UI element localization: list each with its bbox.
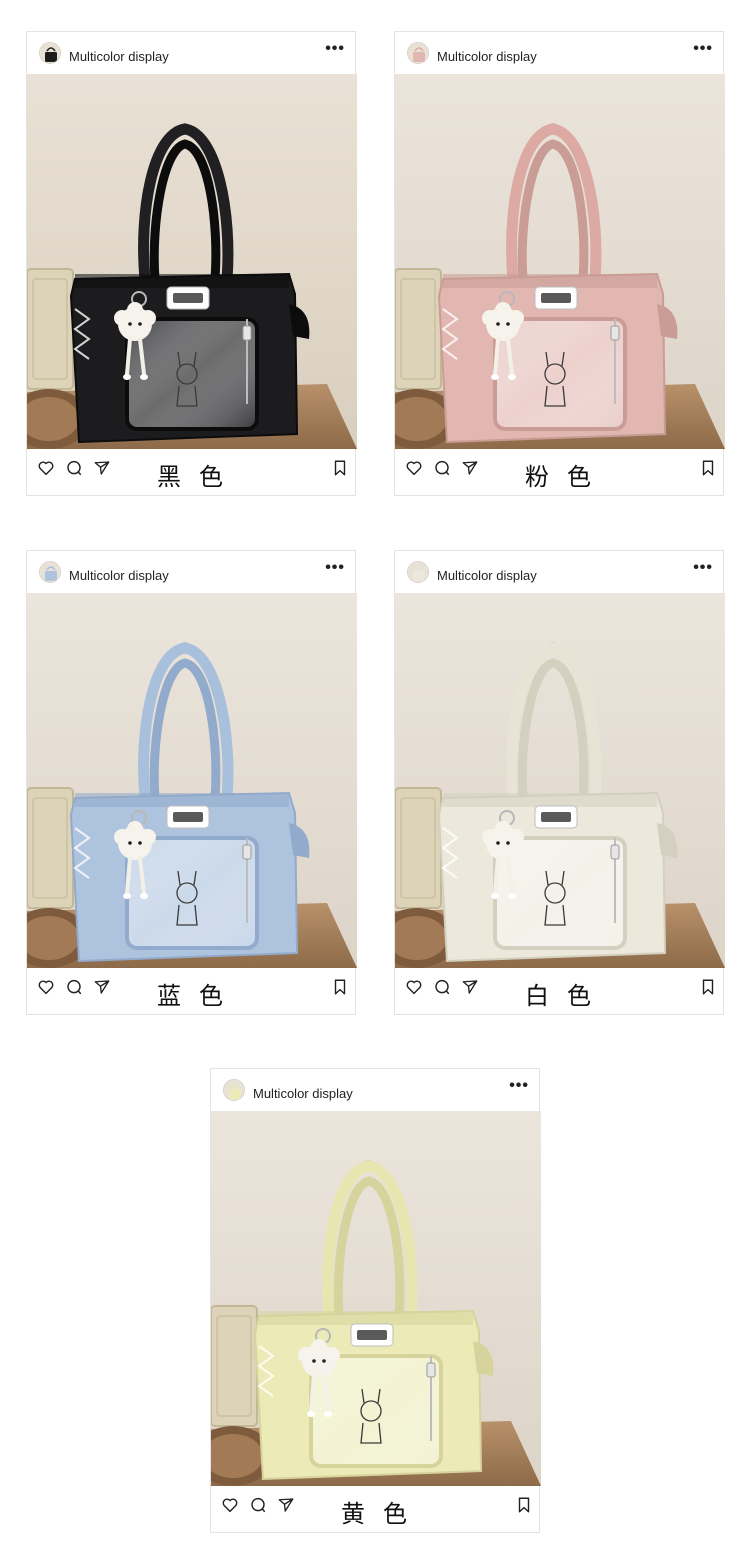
- avatar[interactable]: [39, 42, 61, 64]
- post-card-yellow: Multicolor display ••• 黄色: [210, 1068, 541, 1534]
- post-actions: 蓝色: [27, 968, 355, 1016]
- more-options-icon[interactable]: •••: [693, 560, 713, 576]
- more-options-icon[interactable]: •••: [509, 1078, 529, 1094]
- post-header: Multicolor display •••: [27, 32, 355, 74]
- bookmark-icon[interactable]: [331, 459, 349, 477]
- color-caption: 粉色: [525, 463, 609, 491]
- username[interactable]: Multicolor display: [437, 568, 537, 583]
- share-icon[interactable]: [277, 1496, 295, 1514]
- avatar[interactable]: [407, 42, 429, 64]
- share-icon[interactable]: [93, 459, 111, 477]
- comment-icon[interactable]: [249, 1496, 267, 1514]
- heart-icon[interactable]: [221, 1496, 239, 1514]
- avatar[interactable]: [407, 561, 429, 583]
- post-card-white: Multicolor display ••• 白色: [394, 550, 725, 1016]
- comment-icon[interactable]: [433, 978, 451, 996]
- product-photo: [395, 593, 725, 968]
- bookmark-icon[interactable]: [699, 978, 717, 996]
- post-card-black: Multicolor display ••• 黑色: [26, 31, 357, 497]
- comment-icon[interactable]: [65, 978, 83, 996]
- color-caption: 白色: [525, 982, 609, 1010]
- bookmark-icon[interactable]: [331, 978, 349, 996]
- color-caption: 黄色: [341, 1500, 425, 1528]
- heart-icon[interactable]: [37, 459, 55, 477]
- post-header: Multicolor display •••: [27, 551, 355, 593]
- post-actions: 黑色: [27, 449, 355, 497]
- post-actions: 白色: [395, 968, 723, 1016]
- product-photo: [395, 74, 725, 449]
- product-photo: [27, 74, 357, 449]
- share-icon[interactable]: [461, 459, 479, 477]
- username[interactable]: Multicolor display: [69, 49, 169, 64]
- post-actions: 黄色: [211, 1486, 539, 1534]
- share-icon[interactable]: [461, 978, 479, 996]
- color-caption: 黑色: [157, 463, 241, 491]
- post-header: Multicolor display •••: [395, 551, 723, 593]
- more-options-icon[interactable]: •••: [693, 41, 713, 57]
- username[interactable]: Multicolor display: [253, 1086, 353, 1101]
- heart-icon[interactable]: [37, 978, 55, 996]
- more-options-icon[interactable]: •••: [325, 560, 345, 576]
- product-photo: [27, 593, 357, 968]
- post-actions: 粉色: [395, 449, 723, 497]
- post-card-blue: Multicolor display ••• 蓝色: [26, 550, 357, 1016]
- heart-icon[interactable]: [405, 459, 423, 477]
- more-options-icon[interactable]: •••: [325, 41, 345, 57]
- product-photo: [211, 1111, 541, 1486]
- username[interactable]: Multicolor display: [437, 49, 537, 64]
- share-icon[interactable]: [93, 978, 111, 996]
- avatar[interactable]: [39, 561, 61, 583]
- heart-icon[interactable]: [405, 978, 423, 996]
- post-header: Multicolor display •••: [211, 1069, 539, 1111]
- comment-icon[interactable]: [433, 459, 451, 477]
- bookmark-icon[interactable]: [699, 459, 717, 477]
- username[interactable]: Multicolor display: [69, 568, 169, 583]
- post-header: Multicolor display •••: [395, 32, 723, 74]
- post-card-pink: Multicolor display ••• 粉色: [394, 31, 725, 497]
- avatar[interactable]: [223, 1079, 245, 1101]
- comment-icon[interactable]: [65, 459, 83, 477]
- bookmark-icon[interactable]: [515, 1496, 533, 1514]
- color-caption: 蓝色: [157, 982, 241, 1010]
